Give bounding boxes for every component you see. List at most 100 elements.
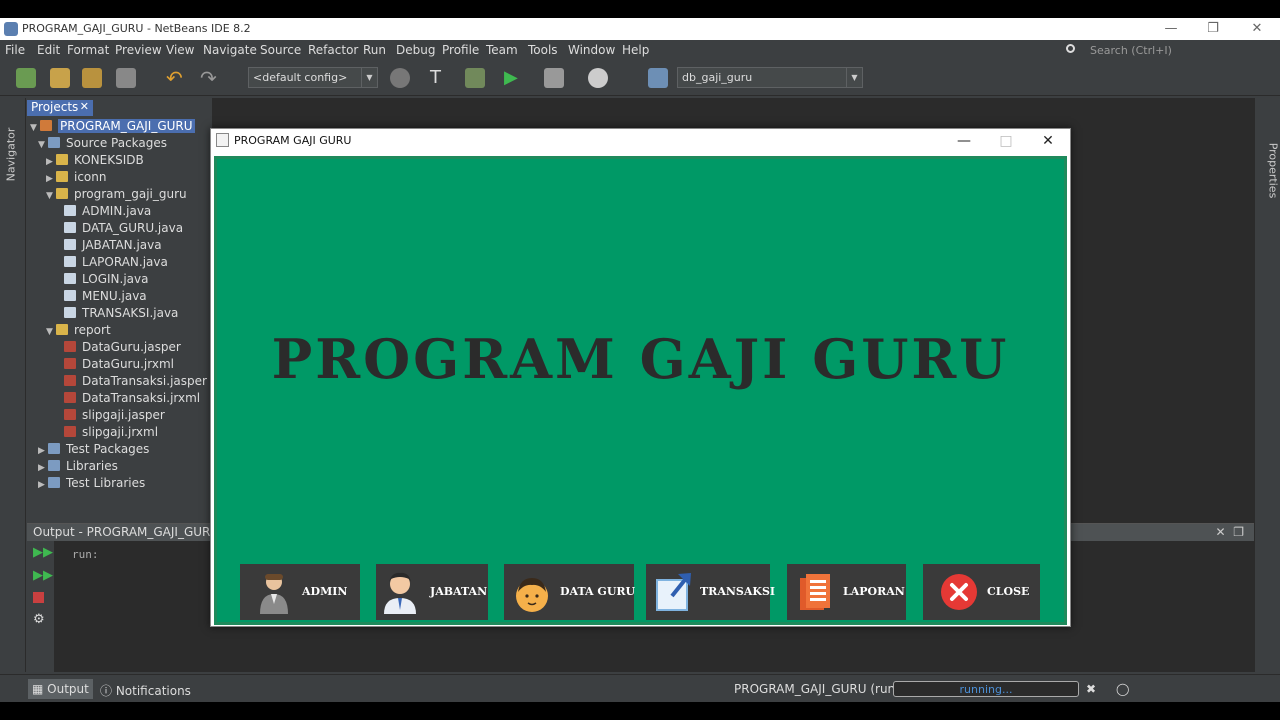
notification-bubble-icon[interactable]: ◯ — [1112, 679, 1133, 699]
clean-build-icon[interactable] — [465, 68, 485, 88]
menu-preview[interactable]: Preview — [115, 43, 162, 57]
java-file-icon — [64, 222, 76, 233]
tree-item-file[interactable]: ADMIN.java — [64, 204, 151, 221]
tree-item-file[interactable]: LAPORAN.java — [64, 255, 168, 272]
menu-debug[interactable]: Debug — [396, 43, 435, 57]
rerun-icon[interactable]: ▶▶ — [33, 546, 53, 560]
data-guru-button[interactable]: DATA GURU — [504, 564, 636, 620]
open-project-icon[interactable] — [82, 68, 102, 88]
data-guru-label: DATA GURU — [560, 585, 636, 598]
admin-button[interactable]: ADMIN — [240, 564, 360, 620]
laporan-button[interactable]: LAPORAN — [787, 564, 906, 620]
progress-bar: running... — [893, 681, 1079, 697]
menu-profile[interactable]: Profile — [442, 43, 479, 57]
search-icon — [1066, 44, 1075, 53]
app-close-icon[interactable]: ✕ — [1033, 131, 1063, 151]
netbeans-logo-icon — [4, 22, 18, 36]
redo-icon[interactable]: ↷ — [200, 68, 220, 88]
tree-item-file[interactable]: DataGuru.jasper — [64, 340, 181, 357]
transaksi-share-icon — [656, 573, 691, 611]
cancel-task-icon[interactable]: ✖ — [1082, 679, 1100, 699]
save-all-icon[interactable] — [116, 68, 136, 88]
restore-icon[interactable]: ❐ — [1198, 20, 1228, 38]
chevron-down-icon: ▼ — [846, 68, 862, 87]
menu-help[interactable]: Help — [622, 43, 649, 57]
menu-source[interactable]: Source — [260, 43, 301, 57]
menu-team[interactable]: Team — [486, 43, 518, 57]
jabatan-person-icon — [384, 572, 416, 614]
tree-item-file[interactable]: DataTransaksi.jasper — [64, 374, 207, 391]
tree-item-project[interactable]: ▼ PROGRAM_GAJI_GURU — [30, 119, 195, 136]
minimize-icon[interactable]: — — [1156, 20, 1186, 38]
tree-item-libraries[interactable]: ▶ Libraries — [38, 459, 118, 476]
undo-icon[interactable]: ↶ — [166, 68, 186, 88]
connection-value: db_gaji_guru — [682, 71, 753, 84]
tree-item-package[interactable]: ▼ program_gaji_guru — [46, 187, 187, 204]
search-input[interactable]: Search (Ctrl+I) — [1064, 42, 1264, 59]
menu-edit[interactable]: Edit — [37, 43, 60, 57]
menu-tools[interactable]: Tools — [528, 43, 558, 57]
tree-item-source-packages[interactable]: ▼ Source Packages — [38, 136, 167, 153]
package-icon — [56, 171, 68, 182]
data-guru-person-icon — [516, 578, 548, 612]
menu-bar: File Edit Format Preview View Navigate S… — [0, 40, 1280, 60]
menu-window[interactable]: Window — [568, 43, 615, 57]
menu-file[interactable]: File — [5, 43, 25, 57]
ide-title-bar: PROGRAM_GAJI_GURU - NetBeans IDE 8.2 — ❐… — [0, 18, 1280, 40]
tree-item-file[interactable]: DataGuru.jrxml — [64, 357, 174, 374]
tree-item-file[interactable]: MENU.java — [64, 289, 147, 306]
browser-icon[interactable] — [390, 68, 410, 88]
settings-icon[interactable]: ⚙ — [33, 613, 47, 627]
tree-item-file[interactable]: slipgaji.jasper — [64, 408, 165, 425]
config-value: <default config> — [253, 71, 348, 84]
tree-item-file[interactable]: JABATAN.java — [64, 238, 162, 255]
tree-item-package[interactable]: ▶ iconn — [46, 170, 106, 187]
transaksi-button[interactable]: TRANSAKSI — [646, 564, 775, 620]
run-icon[interactable]: ▶ — [504, 68, 524, 88]
stop-icon[interactable] — [33, 592, 44, 603]
project-icon — [40, 120, 52, 131]
tree-item-file[interactable]: DATA_GURU.java — [64, 221, 183, 238]
profile-icon[interactable] — [588, 68, 608, 88]
tree-item-file[interactable]: TRANSAKSI.java — [64, 306, 178, 323]
notifications-tab[interactable]: ⓘ Notifications — [96, 679, 195, 699]
tree-item-test-libraries[interactable]: ▶ Test Libraries — [38, 476, 145, 493]
progress-text: running... — [959, 683, 1013, 696]
java-file-icon — [64, 239, 76, 250]
output-status-tab[interactable]: ▦ Output — [28, 679, 93, 699]
close-icon[interactable]: ✕ — [1242, 20, 1272, 38]
app-minimize-icon[interactable]: — — [949, 131, 979, 151]
projects-tab[interactable]: Projects ✕ — [27, 100, 93, 116]
tree-item-file[interactable]: LOGIN.java — [64, 272, 148, 289]
close-output-icon[interactable]: ✕ ❐ — [1216, 525, 1244, 539]
status-bar: ▦ Output ⓘ Notifications PROGRAM_GAJI_GU… — [0, 674, 1280, 702]
menu-view[interactable]: View — [166, 43, 194, 57]
tree-item-test-packages[interactable]: ▶ Test Packages — [38, 442, 149, 459]
config-select[interactable]: <default config> ▼ — [248, 67, 378, 88]
debug-icon[interactable] — [544, 68, 564, 88]
new-project-icon[interactable] — [50, 68, 70, 88]
libraries-icon — [48, 460, 60, 471]
tree-item-package[interactable]: ▼ report — [46, 323, 111, 340]
rerun-with-options-icon[interactable]: ▶▶ — [33, 569, 53, 583]
close-tab-icon[interactable]: ✕ — [80, 100, 89, 113]
navigator-tab[interactable]: Navigator — [4, 128, 17, 182]
menu-run[interactable]: Run — [363, 43, 386, 57]
properties-tab[interactable]: Properties — [1266, 143, 1279, 199]
menu-navigate[interactable]: Navigate — [203, 43, 257, 57]
app-window: PROGRAM GAJI GURU — □ ✕ PROGRAM GAJI GUR… — [210, 128, 1071, 627]
java-file-icon — [64, 307, 76, 318]
laporan-document-icon — [800, 574, 830, 610]
tree-item-file[interactable]: slipgaji.jrxml — [64, 425, 158, 442]
menu-format[interactable]: Format — [67, 43, 109, 57]
menu-refactor[interactable]: Refactor — [308, 43, 358, 57]
jabatan-button[interactable]: JABATAN — [376, 564, 488, 620]
close-button[interactable]: CLOSE — [923, 564, 1040, 620]
tree-item-file[interactable]: DataTransaksi.jrxml — [64, 391, 200, 408]
new-file-icon[interactable] — [16, 68, 36, 88]
report-file-icon — [64, 409, 76, 420]
database-icon[interactable] — [648, 68, 668, 88]
connection-select[interactable]: db_gaji_guru ▼ — [677, 67, 863, 88]
tree-item-package[interactable]: ▶ KONEKSIDB — [46, 153, 144, 170]
build-hammer-icon[interactable]: T — [430, 68, 450, 88]
